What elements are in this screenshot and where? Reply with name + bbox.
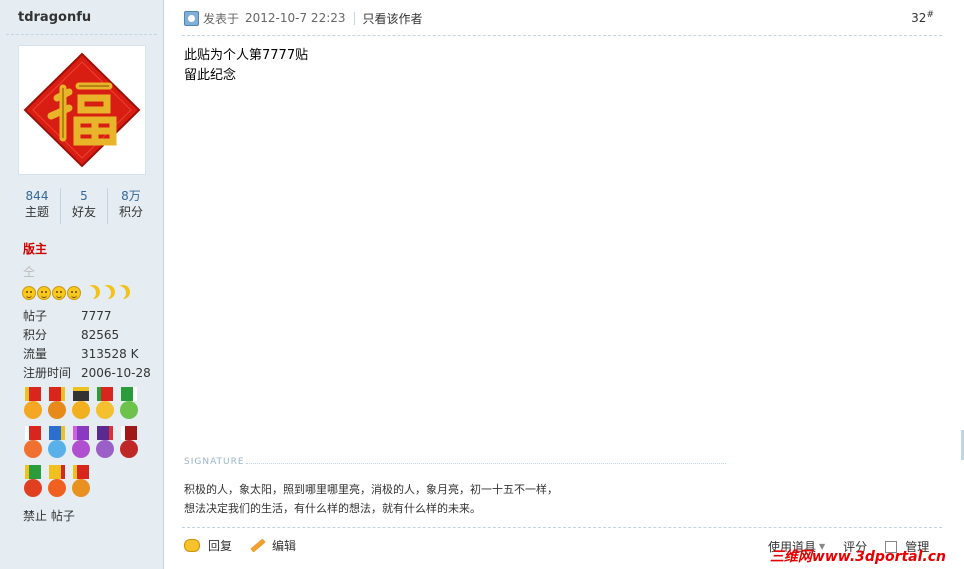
floor-number[interactable]: 32#	[911, 10, 934, 25]
divider	[182, 527, 942, 528]
info-row: 帖子 7777	[23, 307, 158, 326]
medal-icon[interactable]	[118, 426, 140, 463]
medal-icon[interactable]	[22, 465, 44, 502]
info-row: 注册时间 2006-10-28	[23, 364, 158, 383]
post-date: 2012-10-7 22:23	[245, 11, 346, 25]
stat-value: 844	[25, 189, 49, 203]
avatar[interactable]	[18, 45, 146, 175]
user-rank[interactable]: 版主	[23, 240, 47, 257]
signature-label: SIGNATURE	[184, 457, 245, 467]
info-value: 2006-10-28	[81, 366, 151, 380]
user-stats: 844 主题 5 好友 8万 积分	[14, 188, 154, 224]
info-key: 帖子	[23, 309, 48, 323]
info-key: 注册时间	[23, 366, 72, 380]
stat-friends[interactable]: 5 好友	[61, 188, 108, 224]
medal-icon[interactable]	[46, 465, 68, 502]
smiley-icon	[52, 286, 66, 300]
edit-button[interactable]: 编辑	[250, 537, 296, 554]
view-author-only-link[interactable]: 只看该作者	[363, 10, 423, 27]
stat-value: 8万	[121, 189, 141, 203]
medal-icon[interactable]	[70, 426, 92, 463]
medal-icon[interactable]	[118, 387, 140, 424]
stat-points[interactable]: 8万 积分	[108, 188, 154, 224]
post-line: 留此纪念	[184, 68, 237, 83]
stat-label: 好友	[71, 205, 96, 219]
username-link[interactable]: tdragonfu	[18, 10, 91, 25]
info-row: 流量 313528 K	[23, 345, 158, 364]
smiley-icon	[37, 286, 51, 300]
post-actions: 回复 编辑	[184, 537, 314, 554]
stat-threads[interactable]: 844 主题	[14, 188, 61, 224]
medal-icon[interactable]	[94, 426, 116, 463]
info-row: 积分 82565	[23, 326, 158, 345]
moon-icon	[82, 286, 96, 300]
medal-icon[interactable]	[70, 387, 92, 424]
divider	[6, 34, 157, 35]
divider	[182, 35, 942, 36]
moon-icon	[112, 286, 126, 300]
divider	[353, 11, 355, 25]
edit-label: 编辑	[272, 539, 297, 553]
reply-label: 回复	[208, 539, 233, 553]
medal-icon[interactable]	[94, 387, 116, 424]
stat-value: 5	[80, 189, 88, 203]
post-content: 此贴为个人第7777贴 留此纪念	[184, 46, 308, 86]
watermark: 三维网www.3dportal.cn	[769, 549, 946, 565]
medal-icon[interactable]	[46, 426, 68, 463]
smiley-icon	[22, 286, 36, 300]
medal-list	[22, 387, 146, 502]
stat-label: 主题	[24, 205, 49, 219]
info-value: 313528 K	[81, 347, 139, 361]
reply-button[interactable]: 回复	[184, 537, 232, 554]
floor-mark: #	[926, 10, 934, 20]
moon-icon	[97, 286, 111, 300]
reply-icon	[184, 539, 200, 552]
info-value: 7777	[81, 309, 112, 323]
level-icons	[22, 286, 126, 300]
post-header: 发表于 2012-10-7 22:23 只看该作者	[184, 8, 423, 28]
signature-line: 积极的人，象太阳，照到哪里哪里亮，消极的人，象月亮，初一十五不一样，	[184, 483, 558, 496]
smiley-icon	[67, 286, 81, 300]
posted-label: 发表于	[203, 11, 240, 26]
info-value: 82565	[81, 328, 120, 342]
stat-label: 积分	[118, 205, 143, 219]
fu-avatar-image	[23, 52, 141, 168]
floor-value: 32	[911, 11, 927, 25]
user-card-icon[interactable]	[184, 10, 199, 26]
post-line: 此贴为个人第7777贴	[184, 48, 309, 63]
ban-post-link[interactable]: 禁止 帖子	[23, 507, 75, 524]
medal-icon[interactable]	[22, 387, 44, 424]
signature: 积极的人，象太阳，照到哪里哪里亮，消极的人，象月亮，初一十五不一样， 想法决定我…	[184, 480, 558, 518]
pencil-icon	[250, 538, 266, 553]
medal-icon[interactable]	[22, 426, 44, 463]
user-info: 帖子 7777 积分 82565 流量 313528 K 注册时间 2006-1…	[23, 307, 158, 383]
divider	[246, 463, 726, 464]
info-key: 积分	[23, 328, 48, 342]
info-key: 流量	[23, 347, 48, 361]
signature-line: 想法决定我们的生活，有什么样的想法，就有什么样的未来。	[184, 502, 481, 515]
medal-icon[interactable]	[70, 465, 92, 502]
rank-star-icon: 仝	[23, 265, 36, 279]
medal-icon[interactable]	[46, 387, 68, 424]
user-sidebar: tdragonfu 844 主题 5 好友 8万 积分 版主 仝 帖子 7777…	[0, 0, 164, 569]
